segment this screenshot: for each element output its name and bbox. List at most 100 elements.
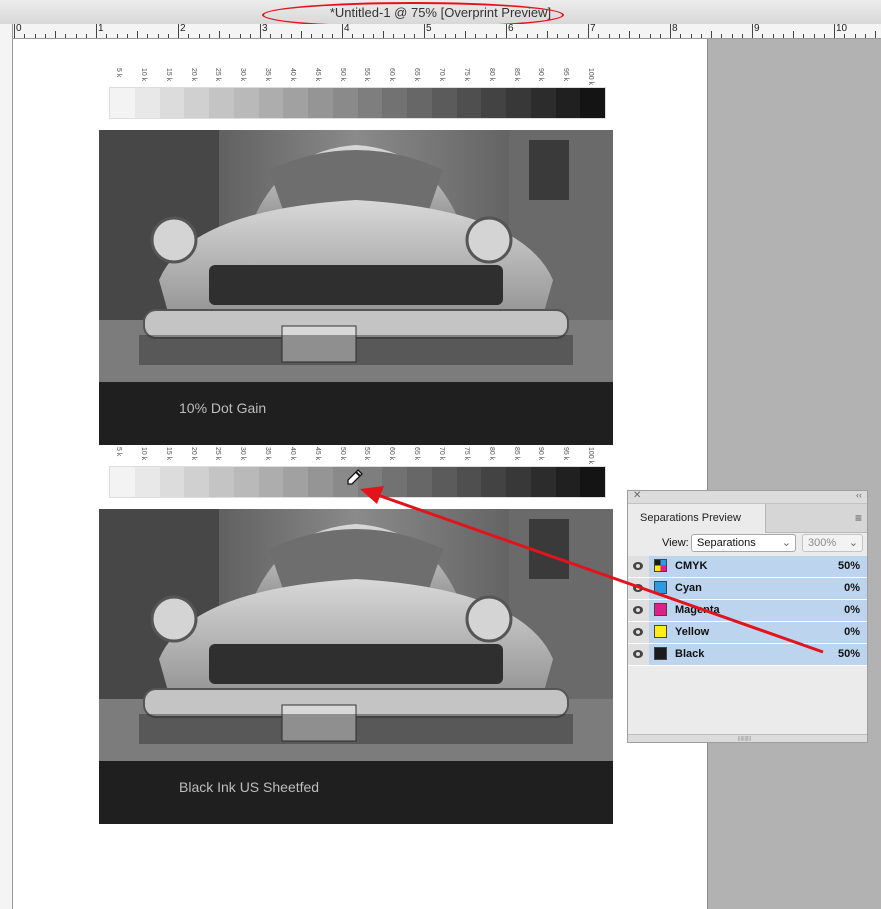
ruler-tick	[167, 34, 169, 38]
ruler-tick	[413, 34, 415, 38]
car-photo-top-svg	[99, 130, 613, 382]
eye-icon[interactable]	[628, 556, 649, 578]
separation-row-cyan[interactable]: Cyan 0%	[628, 578, 867, 600]
ruler-tick	[280, 34, 282, 38]
tint-swatch	[530, 467, 556, 497]
separation-row-yellow[interactable]: Yellow 0%	[628, 622, 867, 644]
separation-cell[interactable]: Black 50%	[649, 644, 867, 666]
tint-label: 25 k	[214, 447, 222, 461]
yellow-swatch-icon	[654, 625, 667, 638]
tint-swatch	[209, 467, 234, 497]
separation-value: 0%	[844, 582, 860, 594]
ruler-tick	[823, 34, 825, 38]
tint-label: 35 k	[264, 68, 272, 82]
car-photo-bottom[interactable]	[99, 509, 613, 761]
tint-swatch	[258, 467, 284, 497]
tint-label-cell: 15 k	[159, 68, 184, 88]
close-icon[interactable]: ✕	[633, 490, 641, 501]
ruler-tick	[639, 34, 641, 38]
separation-row-magenta[interactable]: Magenta 0%	[628, 600, 867, 622]
tint-label: 30 k	[239, 447, 247, 461]
collapse-icon[interactable]: ‹‹	[856, 490, 862, 500]
tint-label: 15 k	[164, 68, 172, 82]
tint-label-cell: 80 k	[482, 447, 507, 467]
ruler-number: 0	[16, 24, 22, 34]
ruler-tick	[331, 34, 333, 38]
view-select[interactable]: Separations ⌄	[691, 534, 796, 552]
ruler-tick	[229, 34, 231, 38]
separation-cell[interactable]: Magenta 0%	[649, 600, 867, 622]
tint-label: 40 k	[288, 447, 296, 461]
tint-label: 25 k	[214, 68, 222, 82]
tint-swatch	[233, 88, 259, 118]
chevron-down-icon: ⌄	[848, 537, 858, 549]
tint-label-cell: 20 k	[184, 447, 209, 467]
separation-cell[interactable]: CMYK 50%	[649, 556, 867, 578]
ruler-number: 8	[672, 24, 678, 34]
ruler-tick	[772, 34, 774, 38]
tint-label: 70 k	[437, 447, 445, 461]
tint-label-cell: 100 k	[581, 68, 606, 88]
zoom-select[interactable]: 300% ⌄	[802, 534, 863, 552]
tint-swatch	[283, 88, 308, 118]
tint-swatch	[506, 88, 531, 118]
panel-menu-icon[interactable]: ≡	[855, 511, 862, 525]
eye-icon[interactable]	[628, 600, 649, 622]
ruler-tick	[96, 24, 97, 38]
tint-label: 85 k	[512, 447, 520, 461]
separation-name: Yellow	[675, 626, 710, 638]
view-row: View: Separations ⌄ 300% ⌄	[628, 533, 867, 555]
separation-cell[interactable]: Yellow 0%	[649, 622, 867, 644]
view-select-value: Separations	[697, 537, 756, 549]
tint-swatch	[456, 88, 482, 118]
tab-separations-preview[interactable]: Separations Preview	[628, 504, 766, 533]
ruler-tick	[465, 31, 466, 38]
panel-header-bar[interactable]: ✕ ‹‹	[628, 490, 867, 504]
tint-swatch	[308, 88, 333, 118]
ruler-tick	[864, 34, 866, 38]
grip-icon: ||||||||||	[738, 736, 751, 742]
tint-swatch	[110, 467, 135, 497]
ruler-tick	[434, 34, 436, 38]
eye-icon[interactable]	[628, 578, 649, 600]
panel-resize-grip[interactable]: ||||||||||	[628, 734, 867, 742]
vertical-ruler[interactable]	[0, 24, 13, 909]
tint-swatch	[159, 467, 185, 497]
ruler-tick	[741, 34, 743, 38]
ruler-number: 5	[426, 24, 432, 34]
eye-icon[interactable]	[628, 644, 649, 666]
separation-name: Black	[675, 648, 705, 660]
ruler-tick	[126, 34, 128, 38]
tint-label: 90 k	[537, 68, 545, 82]
eye-icon[interactable]	[628, 622, 649, 644]
ruler-number: 6	[508, 24, 514, 34]
tint-labels-top: 5 k 10 k 15 k 20 k 25 k 30 k 35 k 40 k 45 k 50 k 5…	[109, 68, 606, 88]
horizontal-ruler[interactable]: 0 1 2 3 4 5 6 7 8 9 10	[12, 24, 881, 39]
ruler-tick	[875, 31, 876, 38]
zoom-select-value: 300%	[808, 537, 837, 549]
ruler-tick	[393, 34, 395, 38]
tint-label-cell: 10 k	[134, 447, 159, 467]
tint-label: 10 k	[139, 447, 147, 461]
car-photo-bottom-svg	[99, 509, 613, 761]
tint-label: 20 k	[189, 447, 197, 461]
separations-preview-panel[interactable]: ✕ ‹‹ Separations Preview ≡ View: Separat…	[627, 490, 868, 743]
tint-swatch	[580, 467, 605, 497]
separation-row-cmyk[interactable]: CMYK 50%	[628, 556, 867, 578]
tint-label: 80 k	[487, 447, 495, 461]
ruler-tick	[659, 34, 661, 38]
separation-row-black[interactable]: Black 50%	[628, 644, 867, 666]
ruler-tick	[516, 34, 518, 38]
magenta-swatch-icon	[654, 603, 667, 616]
tint-label: 90 k	[537, 447, 545, 461]
ruler-tick	[116, 34, 118, 38]
tint-label-cell: 30 k	[233, 447, 258, 467]
separation-cell[interactable]: Cyan 0%	[649, 578, 867, 600]
tint-label-cell: 90 k	[531, 68, 556, 88]
car-photo-top[interactable]	[99, 130, 613, 382]
ruler-number: 2	[180, 24, 186, 34]
separation-name: Magenta	[675, 604, 720, 616]
ruler-tick	[301, 31, 302, 38]
separation-list: CMYK 50% Cyan 0% Magenta 0% Yellow 0% Bl…	[628, 556, 867, 666]
ruler-tick	[198, 34, 200, 38]
